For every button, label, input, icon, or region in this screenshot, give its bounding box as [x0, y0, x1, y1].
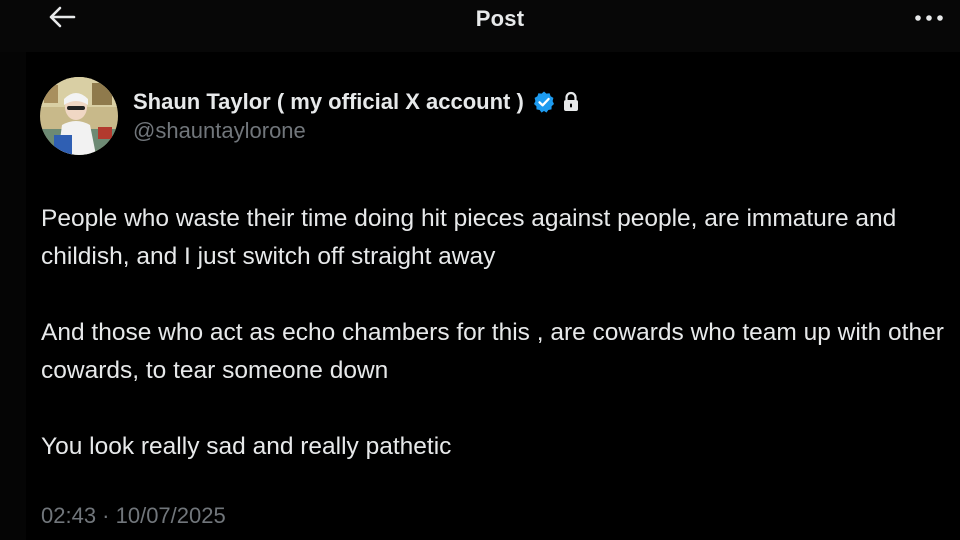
post-body: People who waste their time doing hit pi…	[41, 200, 951, 466]
post-timestamp[interactable]: 02:43 · 10/07/2025	[41, 503, 226, 529]
avatar[interactable]	[40, 77, 118, 155]
post-paragraph: And those who act as echo chambers for t…	[41, 319, 944, 384]
verified-badge-icon[interactable]	[532, 90, 556, 114]
post-paragraph: People who waste their time doing hit pi…	[41, 205, 897, 270]
more-options-button[interactable]	[906, 4, 952, 32]
top-navigation-bar: Post	[0, 0, 960, 52]
author-handle[interactable]: @shauntaylorone	[133, 118, 306, 144]
author-name-row[interactable]: Shaun Taylor ( my official X account )	[133, 87, 580, 117]
left-frame-edge	[0, 0, 26, 540]
page-title: Post	[475, 6, 525, 31]
post-paragraph: You look really sad and really pathetic	[41, 433, 452, 460]
lock-icon	[562, 91, 580, 113]
more-horizontal-icon	[914, 9, 944, 27]
author-display-name[interactable]: Shaun Taylor ( my official X account )	[133, 89, 524, 115]
